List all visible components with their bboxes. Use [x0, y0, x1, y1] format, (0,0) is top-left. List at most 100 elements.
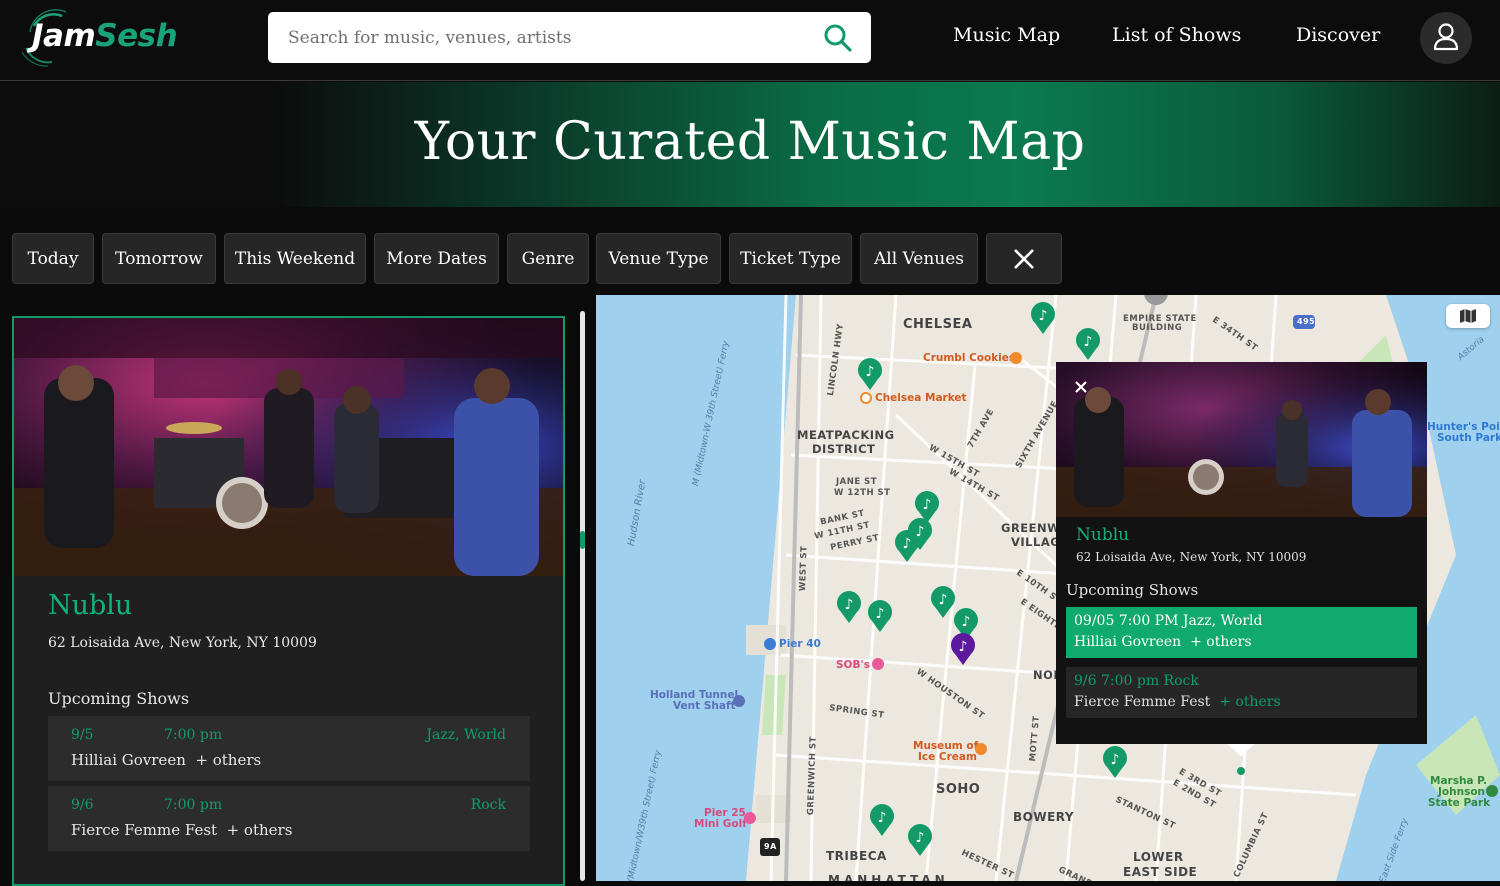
filter-more-dates[interactable]: More Dates [374, 233, 499, 284]
map-street-label: JANE ST [836, 477, 878, 487]
show-others: + others [195, 751, 262, 769]
svg-text:♪: ♪ [1084, 334, 1093, 350]
page-banner: Your Curated Music Map [0, 82, 1500, 207]
show-date: 9/6 [71, 797, 94, 813]
jamsesh-logo[interactable]: JamSesh [22, 9, 192, 67]
venue-list-scrollbar[interactable] [580, 311, 585, 881]
popup-show-artist: Hilliai Govreen + others [1074, 634, 1252, 650]
map-poi-label: Crumbl Cookies [923, 352, 1016, 364]
filter-tomorrow[interactable]: Tomorrow [102, 233, 216, 284]
map-poi-label: Ice Cream [918, 751, 977, 763]
highway-shield-label: 9A [764, 842, 777, 851]
park-icon [1486, 785, 1498, 797]
venue-address: 62 Loisaida Ave, New York, NY 10009 [48, 635, 317, 651]
popup-show-row[interactable]: 9/6 7:00 pm Rock Fierce Femme Fest + oth… [1066, 667, 1417, 718]
popup-show-info: 9/6 7:00 pm Rock [1074, 673, 1199, 689]
map-label: SOHO [936, 782, 981, 797]
golf-icon [744, 812, 756, 824]
map-poi-label: SOB's [836, 659, 870, 671]
search-input[interactable] [288, 12, 808, 63]
map-icon [1460, 309, 1476, 323]
music-venue-icon [872, 658, 884, 670]
popup-venue-photo [1056, 362, 1427, 517]
venue-card[interactable]: Nublu 62 Loisaida Ave, New York, NY 1000… [12, 316, 565, 886]
map-layers-button[interactable] [1446, 304, 1490, 328]
filter-today[interactable]: Today [12, 233, 94, 284]
bakery-icon [1010, 352, 1022, 364]
clear-filters-button[interactable] [986, 233, 1062, 284]
svg-text:♪: ♪ [923, 497, 932, 513]
venue-pin-music-note-icon[interactable]: ♪ [1101, 745, 1129, 779]
show-artist: Fierce Femme Fest + others [71, 821, 292, 839]
venue-pin-music-note-icon[interactable]: ♪ [866, 599, 894, 633]
svg-text:♪: ♪ [876, 606, 885, 622]
svg-text:♪: ♪ [1111, 752, 1120, 768]
popup-show-info: 09/05 7:00 PM Jazz, World [1074, 613, 1263, 629]
venue-pin-music-note-icon[interactable]: ♪ [856, 357, 884, 391]
venue-name[interactable]: Nublu [48, 590, 132, 621]
map-street-label: WEST ST [798, 545, 810, 592]
user-profile-button[interactable] [1420, 12, 1472, 64]
show-others: + others [226, 821, 293, 839]
show-artist-name: Fierce Femme Fest [1074, 694, 1211, 710]
venue-pin-music-note-icon[interactable]: ♪ [1029, 301, 1057, 335]
venue-pin-music-note-icon[interactable]: ♪ [835, 590, 863, 624]
nav-music-map[interactable]: Music Map [953, 24, 1060, 46]
selected-venue-pin-icon[interactable]: ♪ [949, 632, 977, 666]
map-poi-label: South Park [1437, 432, 1500, 444]
show-artist-name: Hilliai Govreen [71, 751, 186, 769]
upcoming-shows-heading: Upcoming Shows [48, 689, 190, 708]
logo-wordmark: JamSesh [32, 18, 178, 54]
popup-close-button[interactable] [1070, 376, 1092, 398]
scrollbar-thumb[interactable] [580, 531, 585, 549]
show-time: 7:00 pm [164, 727, 223, 743]
svg-text:♪: ♪ [916, 830, 925, 846]
venue-photo [14, 318, 563, 576]
map-label: EAST SIDE [1123, 865, 1198, 879]
map-label: MEATPACKING [797, 428, 895, 442]
map-poi-label: State Park [1428, 797, 1491, 809]
venue-list-panel: Nublu 62 Loisaida Ave, New York, NY 1000… [0, 295, 596, 886]
show-artist-name: Fierce Femme Fest [71, 821, 218, 839]
nav-list-of-shows[interactable]: List of Shows [1112, 24, 1241, 46]
map-label: BUILDING [1132, 323, 1183, 333]
svg-text:♪: ♪ [866, 364, 875, 380]
search-bar [268, 12, 871, 63]
show-time: 7:00 pm [164, 797, 223, 813]
venue-pin-music-note-icon[interactable]: ♪ [906, 823, 934, 857]
filter-venue-type[interactable]: Venue Type [596, 233, 721, 284]
nav-discover[interactable]: Discover [1296, 24, 1380, 46]
map-label: LOWER [1133, 850, 1184, 864]
filter-ticket-type[interactable]: Ticket Type [729, 233, 852, 284]
filter-all-venues[interactable]: All Venues [860, 233, 978, 284]
venue-pin-music-note-icon[interactable]: ♪ [893, 529, 921, 563]
svg-text:♪: ♪ [903, 536, 912, 552]
svg-text:♪: ♪ [1039, 308, 1048, 324]
svg-text:♪: ♪ [878, 810, 887, 826]
venue-pin-music-note-icon[interactable]: ♪ [1074, 327, 1102, 361]
filter-bar: Today Tomorrow This Weekend More Dates G… [0, 207, 1500, 295]
filter-genre[interactable]: Genre [507, 233, 589, 284]
market-icon [860, 392, 872, 404]
logo-text-jam: Jam [32, 18, 96, 54]
map-label: DISTRICT [812, 442, 876, 456]
popup-show-artist: Fierce Femme Fest + others [1074, 694, 1281, 710]
venue-pin-music-note-icon[interactable]: ♪ [868, 803, 896, 837]
svg-text:♪: ♪ [959, 639, 968, 655]
logo-text-sesh: Sesh [95, 18, 178, 54]
popup-upcoming-heading: Upcoming Shows [1066, 581, 1199, 599]
popup-show-row-selected[interactable]: 09/05 7:00 PM Jazz, World Hilliai Govree… [1066, 607, 1417, 658]
user-icon [1433, 23, 1459, 51]
map-street-label: W 12TH ST [834, 488, 891, 498]
popup-venue-name[interactable]: Nublu [1076, 525, 1129, 545]
show-artist-name: Hilliai Govreen [1074, 634, 1182, 650]
show-row[interactable]: 9/5 7:00 pm Jazz, World Hilliai Govreen … [48, 716, 530, 781]
close-icon [1014, 248, 1034, 269]
svg-text:♪: ♪ [845, 597, 854, 613]
show-row[interactable]: 9/6 7:00 pm Rock Fierce Femme Fest + oth… [48, 786, 530, 851]
map-label: CHELSEA [903, 317, 973, 332]
filter-this-weekend[interactable]: This Weekend [224, 233, 366, 284]
highway-shield-label: 495 [1297, 317, 1316, 326]
map-poi-label: Vent Shaft [673, 700, 736, 712]
search-icon[interactable] [823, 23, 853, 53]
